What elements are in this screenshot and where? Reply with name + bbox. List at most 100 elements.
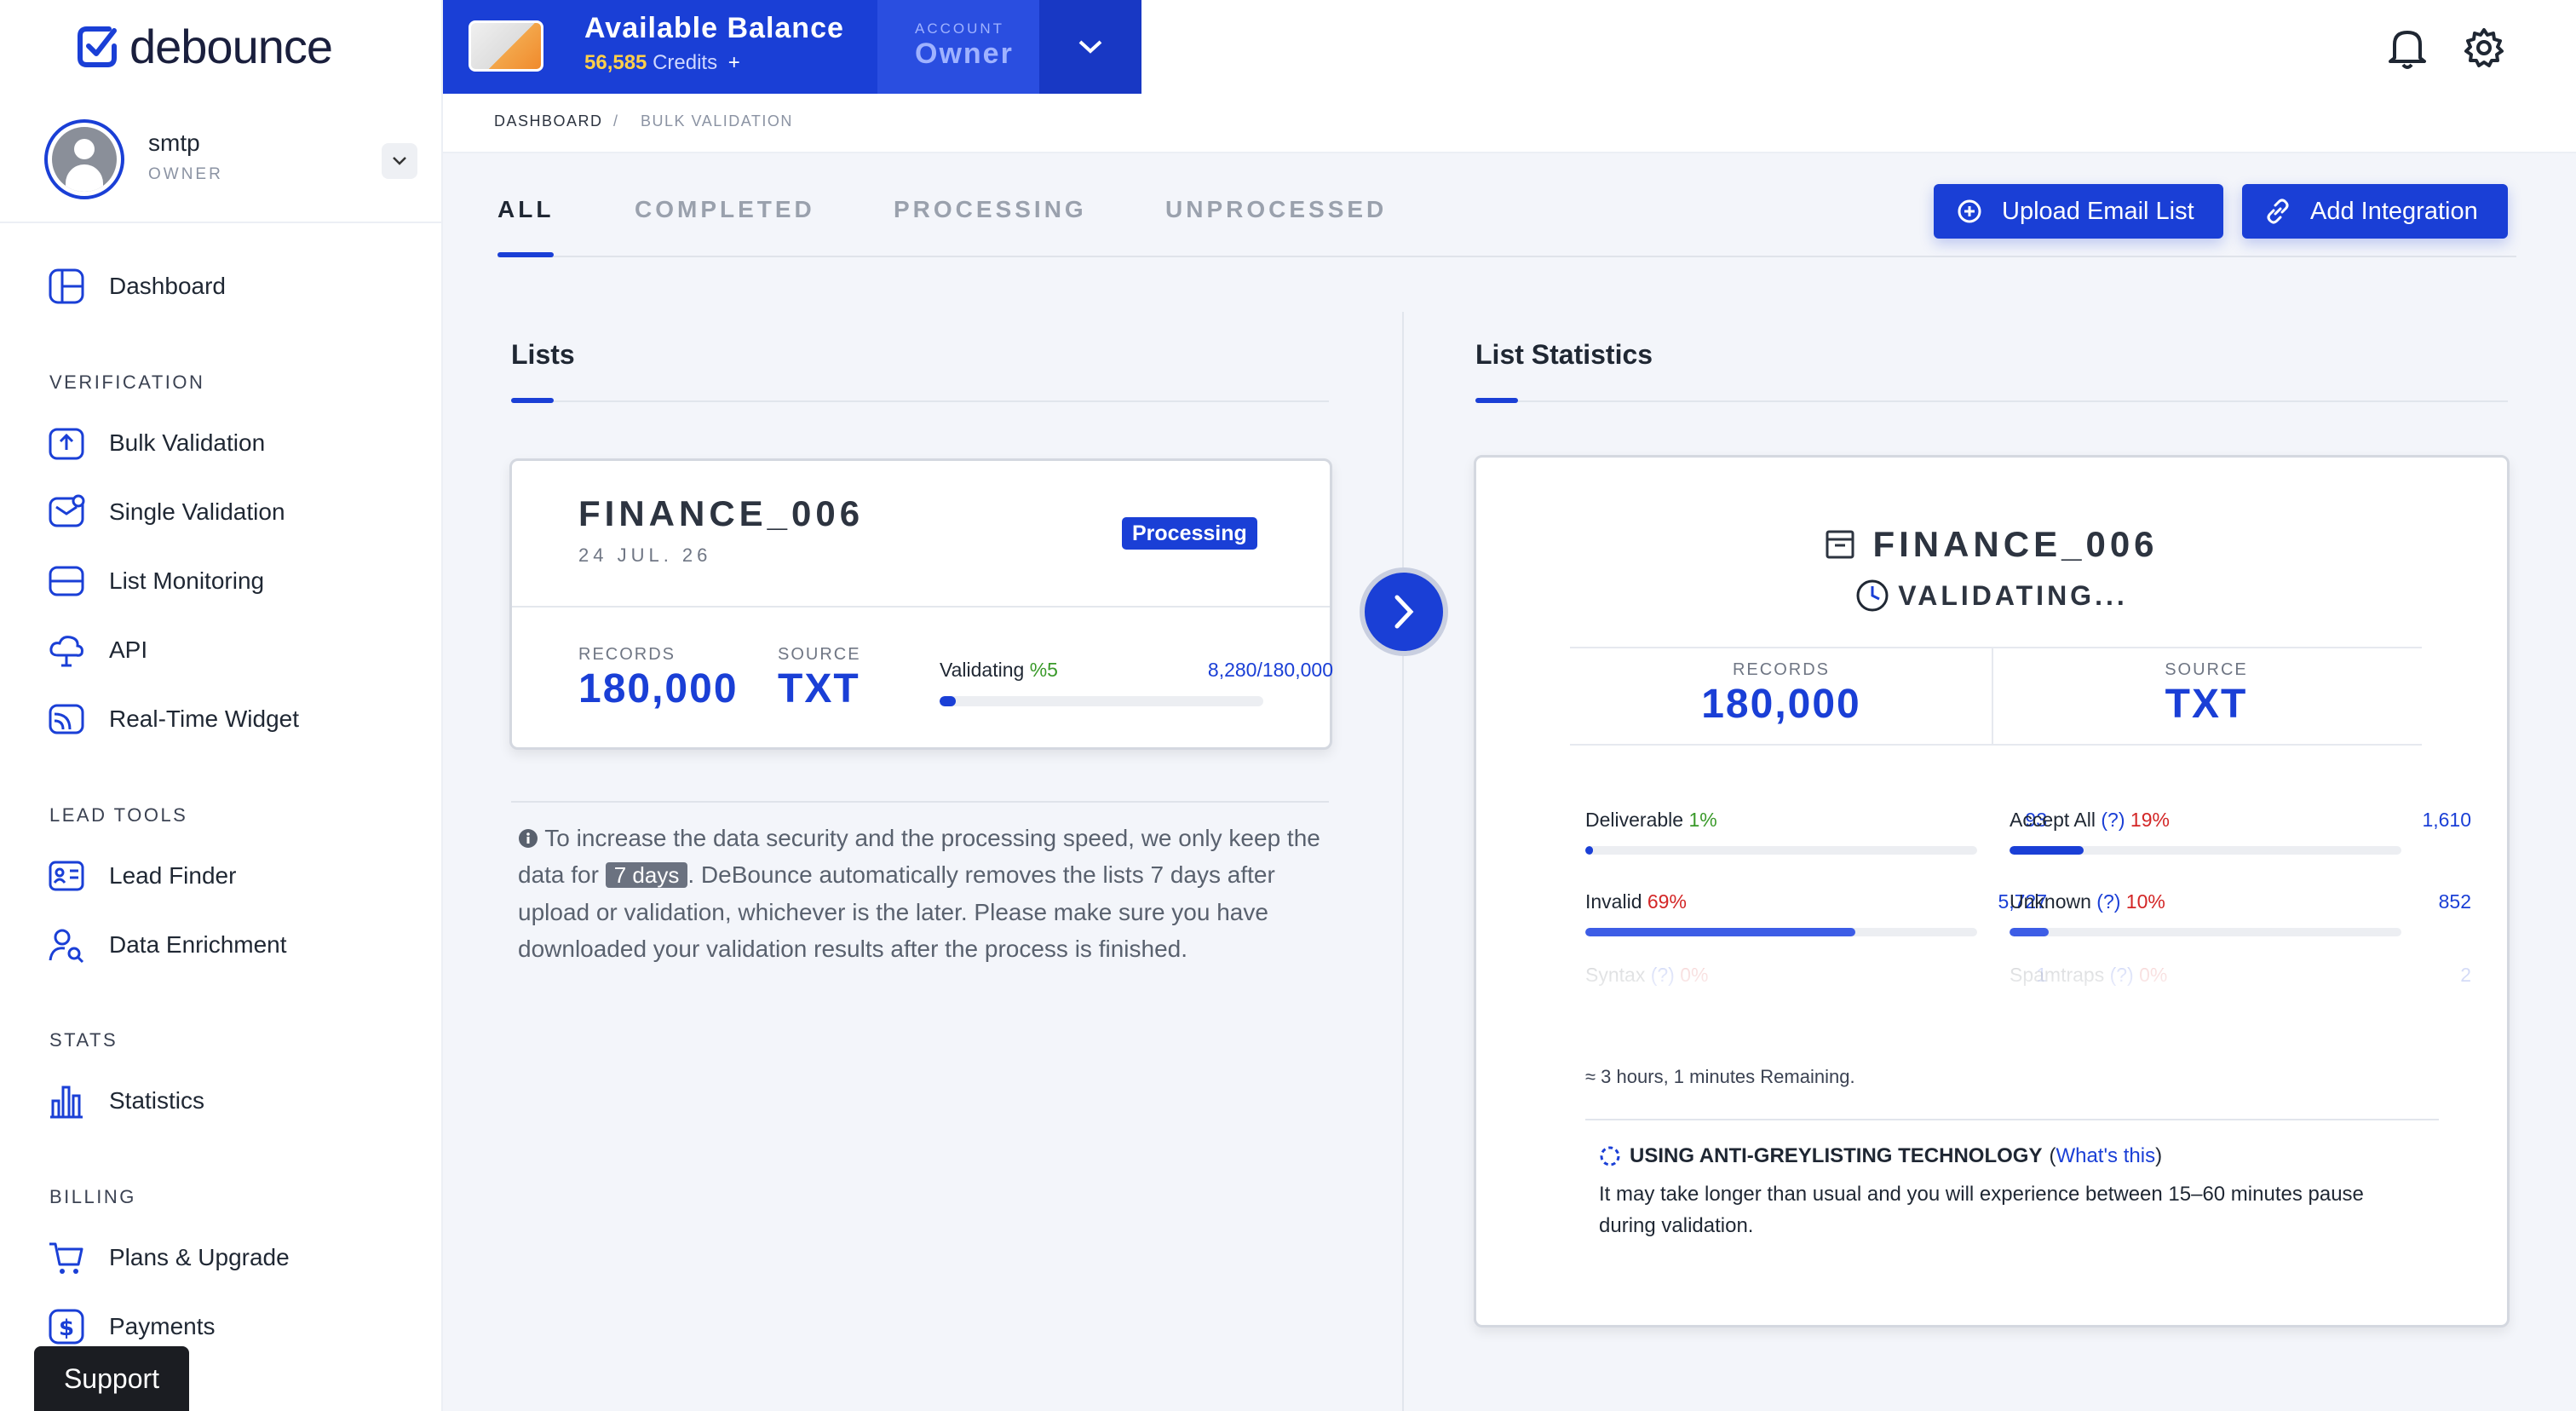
lists-title: Lists [511, 339, 575, 370]
help-link[interactable]: (?) [2101, 809, 2125, 831]
list-statistics-card: FINANCE_006 VALIDATING... RECORDS 180,00… [1474, 455, 2510, 1327]
archive-icon [1826, 530, 1854, 559]
note-divider [511, 801, 1329, 803]
list-date: 24 JUL. 26 [578, 544, 712, 566]
validating-label: Validating %5 [940, 659, 1058, 682]
add-integration-button[interactable]: Add Integration [2242, 184, 2508, 239]
sidebar-item-payments[interactable]: $ Payments [44, 1303, 216, 1351]
stat-percent: 1% [1688, 809, 1717, 831]
card-divider [512, 606, 1330, 608]
sidebar-item-label: Single Validation [109, 498, 285, 525]
greylist-paren-open: ( [2049, 1144, 2056, 1167]
avatar[interactable] [44, 119, 124, 199]
stat-label: Accept All [2010, 809, 2096, 831]
stats-list-name: FINANCE_006 [1872, 524, 2159, 564]
tab-processing[interactable]: PROCESSING [894, 196, 1087, 223]
sidebar-item-single-validation[interactable]: Single Validation [44, 488, 285, 536]
validation-progress [940, 696, 1263, 706]
validating-status: VALIDATING... [1476, 579, 2507, 613]
sidebar-item-label: Lead Finder [109, 862, 237, 889]
credit-card-icon [469, 20, 543, 72]
stats-title-divider [1475, 400, 2508, 402]
breadcrumb: DASHBOARD / BULK VALIDATION [443, 94, 2576, 153]
sidebar-item-statistics[interactable]: Statistics [44, 1077, 204, 1125]
stat-deliverable: Deliverable 1% [1585, 809, 1717, 832]
breadcrumb-current: BULK VALIDATION [641, 112, 793, 130]
breadcrumb-dashboard[interactable]: DASHBOARD [494, 112, 603, 130]
sidebar-item-dashboard[interactable]: Dashboard [44, 262, 226, 310]
debounce-logo[interactable]: debounce [75, 19, 333, 73]
list-card[interactable]: FINANCE_006 24 JUL. 26 Processing RECORD… [509, 458, 1333, 750]
sidebar: debounce smtp OWNER Dashboard VERIFICATI… [0, 0, 443, 1411]
progress-count: 8,280/180,000 [1207, 659, 1333, 681]
time-remaining: ≈ 3 hours, 1 minutes Remaining. [1585, 1066, 1855, 1087]
sidebar-item-real-time-widget[interactable]: Real-Time Widget [44, 695, 299, 743]
tab-unprocessed[interactable]: UNPROCESSED [1165, 196, 1387, 223]
stats-divider-bottom [1570, 744, 2422, 746]
stat-label: Unknown [2010, 890, 2091, 913]
dashboard-icon [44, 264, 89, 308]
retention-days-badge: 7 days [605, 862, 688, 888]
sidebar-item-list-monitoring[interactable]: List Monitoring [44, 557, 264, 605]
records-label: RECORDS [578, 645, 676, 664]
chevron-right-icon [1394, 595, 1414, 629]
source-label: SOURCE [778, 645, 861, 664]
sidebar-item-label: Plans & Upgrade [109, 1244, 290, 1270]
bell-icon[interactable] [2385, 24, 2429, 72]
accept-all-bar-fill [2010, 846, 2084, 855]
account-switcher[interactable]: ACCOUNT Owner [877, 0, 1039, 94]
tab-completed[interactable]: COMPLETED [635, 196, 815, 223]
stats-list-header: FINANCE_006 [1476, 524, 2507, 565]
user-search-icon [44, 923, 89, 967]
sidebar-item-label: Payments [109, 1313, 216, 1339]
sidebar-item-label: Statistics [109, 1087, 205, 1114]
sidebar-item-label: Dashboard [109, 273, 226, 299]
stat-label: Invalid [1585, 890, 1642, 913]
balance-title: Available Balance [584, 12, 844, 44]
stats-records-value: 180,000 [1701, 682, 1861, 727]
whats-this-link[interactable]: What's this [2056, 1144, 2155, 1168]
gear-icon[interactable] [2462, 24, 2506, 72]
dollar-icon: $ [44, 1304, 89, 1349]
stat-unknown-count: 852 [2438, 890, 2471, 913]
sidebar-item-lead-finder[interactable]: Lead Finder [44, 852, 236, 900]
info-icon [519, 829, 538, 848]
stat-unknown: Unknown (?) 10% [2010, 890, 2165, 913]
stats-records-label: RECORDS [1732, 660, 1830, 679]
unknown-bar [2010, 928, 2401, 936]
chevron-down-icon [393, 157, 406, 165]
section-billing: BILLING [49, 1186, 136, 1207]
validation-progress-fill [940, 696, 956, 706]
chevron-down-icon [1078, 40, 1102, 54]
stat-accept-all: Accept All (?) 19% [2010, 809, 2170, 832]
stats-divider-top [1570, 647, 2422, 648]
balance-dropdown-button[interactable] [1039, 0, 1141, 94]
tab-all[interactable]: ALL [497, 196, 554, 223]
support-button[interactable]: Support [34, 1346, 189, 1411]
id-card-icon [44, 854, 89, 898]
section-verification: VERIFICATION [49, 371, 205, 393]
sidebar-item-bulk-validation[interactable]: Bulk Validation [44, 419, 265, 467]
help-link[interactable]: (?) [2096, 890, 2120, 913]
bar-chart-icon [44, 1079, 89, 1123]
logo-text: debounce [129, 19, 333, 73]
invalid-bar-fill [1585, 928, 1856, 936]
stat-invalid: Invalid 69% [1585, 890, 1687, 913]
deliverable-bar [1585, 846, 1977, 855]
balance-widget[interactable]: Available Balance 56,585 Credits + ACCOU… [443, 0, 1141, 94]
link-icon [2267, 199, 2289, 224]
monitoring-icon [44, 559, 89, 603]
panels-divider [1402, 312, 1404, 1411]
sidebar-item-api[interactable]: API [44, 626, 147, 674]
upload-email-list-button[interactable]: Upload Email List [1934, 184, 2223, 239]
list-statistics-title: List Statistics [1475, 339, 1653, 370]
user-menu-button[interactable] [382, 143, 417, 179]
list-name: FINANCE_006 [578, 493, 865, 533]
deliverable-bar-fill [1585, 846, 1594, 855]
sidebar-item-data-enrichment[interactable]: Data Enrichment [44, 921, 287, 969]
credits-label: Credits [653, 51, 718, 74]
sidebar-item-plans-upgrade[interactable]: Plans & Upgrade [44, 1234, 290, 1281]
greylist-title: USING ANTI-GREYLISTING TECHNOLOGY [1630, 1144, 2043, 1167]
add-credits-button[interactable]: + [728, 51, 740, 74]
open-list-button[interactable] [1360, 567, 1448, 656]
